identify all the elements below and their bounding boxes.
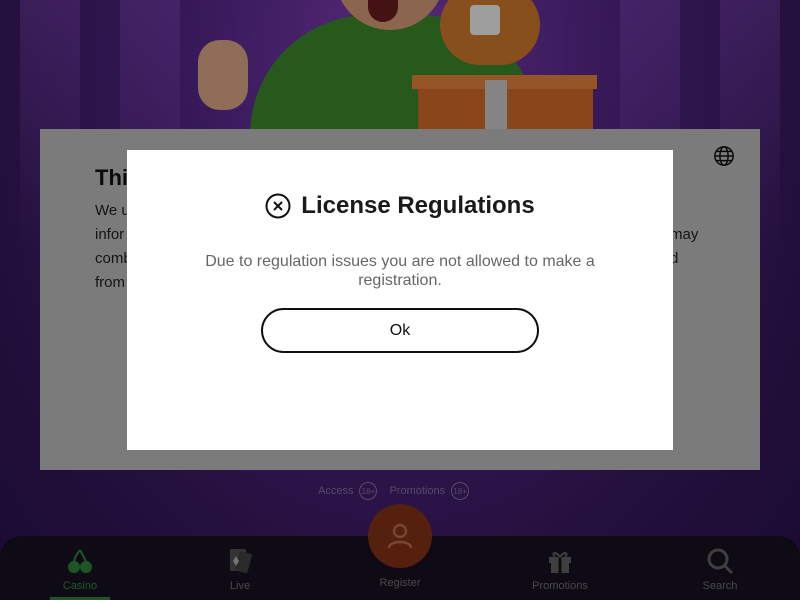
modal-message: Due to regulation issues you are not all… bbox=[205, 253, 595, 289]
license-modal: License Regulations Due to regulation is… bbox=[127, 150, 673, 450]
modal-title: License Regulations bbox=[301, 192, 535, 219]
ok-button[interactable]: Ok bbox=[261, 308, 539, 353]
modal-header: License Regulations bbox=[127, 190, 673, 222]
close-circle-icon[interactable] bbox=[265, 193, 291, 219]
